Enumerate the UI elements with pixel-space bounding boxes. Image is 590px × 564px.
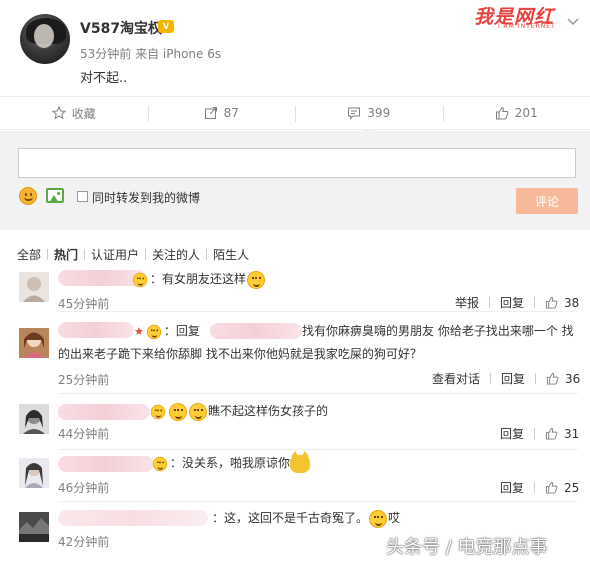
comment-like-button[interactable]: 38 xyxy=(545,296,579,310)
comment-like-count: 38 xyxy=(564,295,580,310)
comment-item: ：有女朋友还这样 45分钟前 举报 回复 38 xyxy=(0,266,590,312)
submit-comment-button[interactable]: 评论 xyxy=(516,188,578,214)
footer-watermark: 头条号 / 电竞那点事 xyxy=(386,537,548,558)
chevron-down-icon[interactable] xyxy=(566,14,580,28)
comment-time: 46分钟前 xyxy=(58,481,110,495)
vip-badge-icon: V xyxy=(158,20,174,33)
emoji-icon xyxy=(152,456,168,471)
thumbs-up-icon xyxy=(545,296,558,309)
reply-button[interactable]: 回复 xyxy=(501,370,525,387)
blurred-username xyxy=(58,404,150,420)
comment-icon xyxy=(348,107,361,120)
divider xyxy=(58,501,578,502)
smile-emoji-icon xyxy=(247,270,266,289)
like-count: 201 xyxy=(514,106,538,120)
favorite-label: 收藏 xyxy=(71,106,96,121)
comment-text-mid: 找有你麻痹臭嗨的男朋友 你给老子找出来哪一个 找 xyxy=(302,324,574,338)
comment-item: ：没关系，啪我原谅你 46分钟前 回复 25 xyxy=(0,450,590,502)
commenter-avatar[interactable] xyxy=(19,272,49,302)
comment-actions: 回复 31 xyxy=(500,425,579,442)
comment-item: 瞧不起这样伤女孩子的 44分钟前 回复 31 xyxy=(0,400,590,450)
repost-label: 同时转发到我的微博 xyxy=(92,191,201,205)
thumbs-up-icon xyxy=(546,372,559,385)
tab-strangers[interactable]: 陌生人 xyxy=(207,246,255,263)
comment-item: ★ ：回复 找有你麻痹臭嗨的男朋友 你给老子找出来哪一个 找 的出来老子跪下来给你… xyxy=(0,318,590,394)
commenter-avatar[interactable] xyxy=(19,458,49,488)
thumbs-up-icon xyxy=(545,427,558,440)
comment-actions: 查看对话 回复 36 xyxy=(432,370,580,387)
post-header: V587淘宝权 V 53分钟前 来自 iPhone 6s 对不起.. 我是网红 … xyxy=(0,0,590,96)
emoji-icon xyxy=(146,324,162,339)
emoji-icon[interactable] xyxy=(19,187,37,205)
emoji-icon xyxy=(150,404,166,419)
comment-input[interactable] xyxy=(18,148,576,178)
comment-like-button[interactable]: 31 xyxy=(545,427,579,441)
reply-button[interactable]: 回复 xyxy=(500,425,524,442)
comment-like-count: 36 xyxy=(565,371,581,386)
comment-composer: 同时转发到我的微博 评论 xyxy=(0,131,590,230)
reply-button[interactable]: 回复 xyxy=(500,479,524,496)
post-text: 对不起.. xyxy=(80,71,128,86)
comment-text: ：有女朋友还这样 xyxy=(130,268,266,290)
forward-button[interactable]: 87 xyxy=(147,97,296,129)
comment-time: 42分钟前 xyxy=(58,535,110,549)
post-meta: 53分钟前 来自 iPhone 6s xyxy=(80,47,222,61)
comment-like-count: 31 xyxy=(564,426,580,441)
comment-like-count: 25 xyxy=(564,480,580,495)
comment-like-button[interactable]: 25 xyxy=(545,481,579,495)
blurred-username xyxy=(58,456,154,472)
commenter-avatar[interactable] xyxy=(19,328,49,358)
comment-count: 399 xyxy=(367,106,391,120)
reply-button[interactable]: 回复 xyxy=(500,294,524,311)
emoji-icon xyxy=(132,272,148,287)
comment-time: 44分钟前 xyxy=(58,427,110,441)
view-conversation-button[interactable]: 查看对话 xyxy=(432,370,480,387)
cat-emoji-icon xyxy=(290,450,311,473)
commenter-avatar[interactable] xyxy=(19,512,49,542)
favorite-button[interactable]: 收藏 xyxy=(0,97,148,129)
thumbs-up-icon xyxy=(545,481,558,494)
comment-text-line2: 的出来老子跪下来给你舔脚 找不出来你他妈就是我家吃屎的狗可好？ xyxy=(58,347,422,361)
tab-following[interactable]: 关注的人 xyxy=(146,246,206,263)
divider xyxy=(58,393,578,394)
commenter-avatar[interactable] xyxy=(19,404,49,434)
comment-filter-tabs: 全部 热门 认证用户 关注的人 陌生人 xyxy=(17,246,255,262)
comment-text: ：这，这回不是千古奇冤了。哎 xyxy=(212,507,400,529)
tab-all[interactable]: 全部 xyxy=(17,246,47,263)
comment-time: 25分钟前 xyxy=(58,373,110,387)
comment-actions: 举报 回复 38 xyxy=(455,294,579,311)
image-icon[interactable] xyxy=(46,188,64,203)
report-button[interactable]: 举报 xyxy=(455,294,479,311)
blurred-username xyxy=(58,322,134,338)
divider xyxy=(58,449,578,450)
thumbs-up-icon xyxy=(495,106,509,120)
post-action-bar: 收藏 87 399 201 xyxy=(0,96,590,136)
blurred-username xyxy=(58,510,208,526)
forward-icon xyxy=(204,107,217,119)
like-button[interactable]: 201 xyxy=(442,97,590,129)
blurred-mention xyxy=(210,323,302,339)
watermark-subtitle: I AM INTERNET xyxy=(498,23,556,30)
comment-text-line1: ★ ：回复 xyxy=(134,324,200,339)
smirk-emoji-icon xyxy=(189,402,207,421)
tab-hot[interactable]: 热门 xyxy=(48,246,84,263)
comment-time: 45分钟前 xyxy=(58,297,110,311)
comment-text: ：没关系，啪我原谅你 xyxy=(150,450,311,474)
comment-button[interactable]: 399 xyxy=(295,97,443,136)
forward-count: 87 xyxy=(223,106,239,120)
comment-actions: 回复 25 xyxy=(500,479,579,496)
star-icon xyxy=(51,106,66,120)
smile-emoji-icon xyxy=(369,509,388,528)
author-name[interactable]: V587淘宝权 xyxy=(80,18,162,38)
author-avatar[interactable] xyxy=(20,14,70,64)
repost-checkbox[interactable] xyxy=(77,191,88,202)
comment-text: 瞧不起这样伤女孩子的 xyxy=(148,400,328,422)
crown-icon: ★ xyxy=(134,325,144,338)
divider xyxy=(58,311,578,312)
smirk-emoji-icon xyxy=(169,402,187,421)
comment-like-button[interactable]: 36 xyxy=(546,372,580,386)
tab-verified[interactable]: 认证用户 xyxy=(85,246,145,263)
